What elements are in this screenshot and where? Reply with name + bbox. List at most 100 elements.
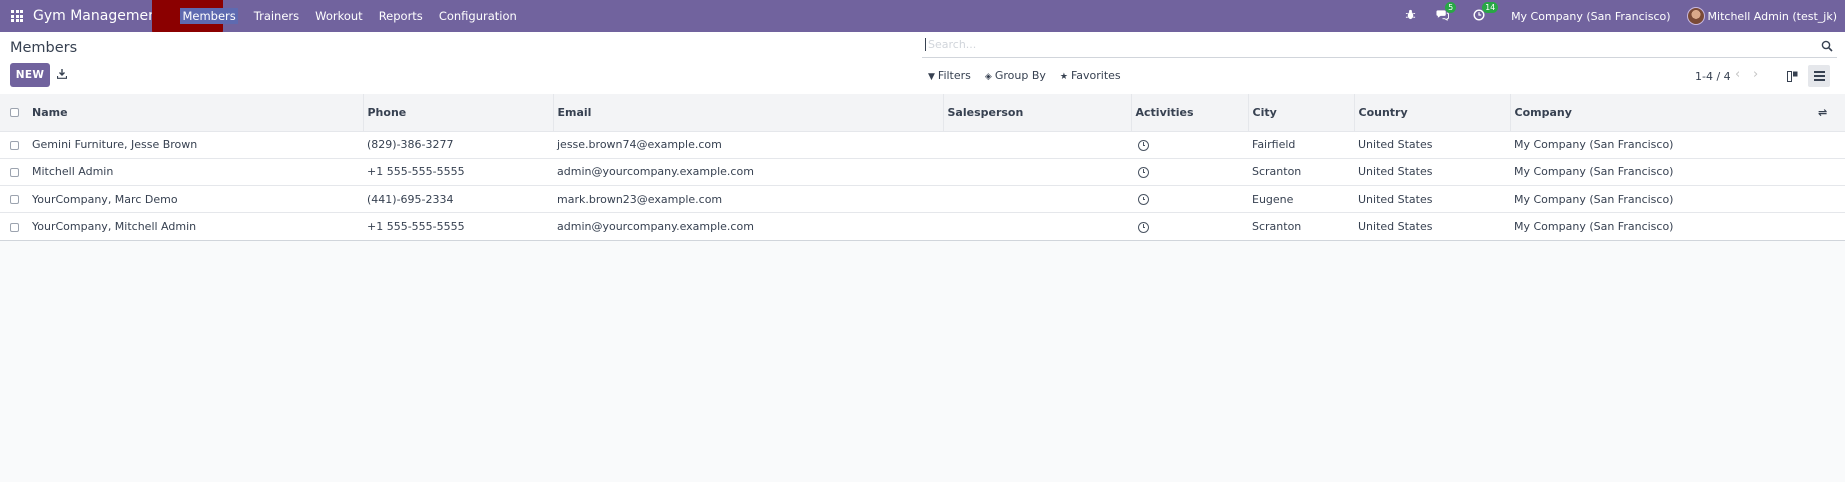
favorites-label: Favorites: [1070, 69, 1121, 82]
cell-country[interactable]: United States: [1354, 213, 1510, 240]
company-switcher[interactable]: My Company (San Francisco): [1511, 10, 1670, 23]
cell-city[interactable]: Scranton: [1248, 158, 1354, 185]
cell-activities[interactable]: [1131, 186, 1248, 213]
table-row[interactable]: YourCompany, Marc Demo (441)-695-2334 ma…: [0, 185, 1845, 213]
menu-reports[interactable]: Reports: [371, 9, 431, 23]
search-bar[interactable]: [922, 36, 1837, 58]
cell-salesperson[interactable]: [943, 186, 1131, 213]
pager-next-icon[interactable]: ›: [1753, 67, 1758, 82]
top-navbar: Gym Management Members Trainers Workout …: [0, 0, 1845, 38]
kanban-icon: [1786, 70, 1797, 82]
cell-name[interactable]: Gemini Furniture, Jesse Brown: [28, 131, 363, 158]
cell-email[interactable]: admin@yourcompany.example.com: [553, 158, 943, 185]
column-header-email[interactable]: Email: [553, 94, 944, 131]
cell-phone[interactable]: +1 555-555-5555: [363, 213, 553, 240]
search-icon[interactable]: [1821, 40, 1833, 52]
star-icon: ★: [1059, 72, 1068, 82]
column-header-salesperson[interactable]: Salesperson: [943, 94, 1132, 131]
cell-name[interactable]: Mitchell Admin: [28, 158, 363, 185]
activities-clock-icon[interactable]: 14: [1473, 1, 1499, 24]
app-title[interactable]: Gym Management: [33, 8, 162, 24]
user-avatar[interactable]: [1686, 7, 1705, 25]
favorites-button[interactable]: ★ Favorites: [1060, 69, 1121, 82]
menu-members[interactable]: Members: [172, 8, 245, 24]
menu-workout[interactable]: Workout: [307, 9, 371, 23]
pager-prev-icon[interactable]: ‹: [1735, 67, 1740, 82]
cell-company[interactable]: My Company (San Francisco): [1510, 213, 1818, 240]
cell-email[interactable]: admin@yourcompany.example.com: [553, 213, 943, 240]
cell-country[interactable]: United States: [1354, 131, 1510, 158]
menu-configuration[interactable]: Configuration: [431, 9, 525, 23]
cell-name[interactable]: YourCompany, Marc Demo: [28, 186, 363, 213]
activity-clock-icon[interactable]: [1138, 166, 1149, 178]
download-icon[interactable]: [57, 69, 67, 79]
pager-value[interactable]: 1-4 / 4: [1695, 70, 1731, 83]
filters-label: Filters: [937, 69, 971, 82]
cell-activities[interactable]: [1131, 158, 1248, 185]
layers-icon: ◈: [984, 72, 992, 82]
cell-email[interactable]: jesse.brown74@example.com: [553, 131, 943, 158]
messages-badge: 5: [1445, 1, 1457, 13]
row-checkbox[interactable]: [10, 195, 19, 205]
select-all-checkbox[interactable]: [10, 108, 19, 118]
kanban-view-button[interactable]: [1781, 66, 1803, 86]
cell-country[interactable]: United States: [1354, 158, 1510, 185]
search-input[interactable]: [925, 38, 1805, 51]
cell-salesperson[interactable]: [943, 158, 1131, 185]
cell-city[interactable]: Fairfield: [1248, 131, 1354, 158]
row-checkbox[interactable]: [10, 167, 19, 177]
bug-icon[interactable]: [1405, 9, 1416, 23]
table-row[interactable]: Mitchell Admin +1 555-555-5555 admin@you…: [0, 158, 1845, 186]
page-title: Members: [10, 40, 78, 56]
menu-trainers[interactable]: Trainers: [246, 9, 307, 23]
cell-activities[interactable]: [1131, 213, 1248, 240]
activity-clock-icon[interactable]: [1138, 194, 1149, 206]
list-icon: [1813, 71, 1825, 81]
cell-empty: [1818, 131, 1845, 158]
cell-salesperson[interactable]: [943, 131, 1131, 158]
cell-company[interactable]: My Company (San Francisco): [1510, 158, 1818, 185]
cell-empty: [1818, 158, 1845, 185]
new-button[interactable]: NEW: [10, 63, 50, 87]
funnel-icon: ▼: [928, 72, 935, 82]
cell-empty: [1818, 213, 1845, 240]
cell-phone[interactable]: +1 555-555-5555: [363, 158, 553, 185]
activity-clock-icon[interactable]: [1138, 221, 1149, 233]
column-header-city[interactable]: City: [1248, 94, 1355, 131]
apps-grid-icon[interactable]: [11, 10, 23, 22]
row-checkbox[interactable]: [10, 140, 19, 150]
table-row[interactable]: YourCompany, Mitchell Admin +1 555-555-5…: [0, 212, 1845, 241]
cell-company[interactable]: My Company (San Francisco): [1510, 131, 1818, 158]
column-header-activities[interactable]: Activities: [1131, 94, 1249, 131]
row-checkbox[interactable]: [10, 222, 19, 232]
cell-country[interactable]: United States: [1354, 186, 1510, 213]
filters-button[interactable]: ▼ Filters: [928, 69, 971, 82]
cell-company[interactable]: My Company (San Francisco): [1510, 186, 1818, 213]
members-list: Name Phone Email Salesperson Activities …: [0, 94, 1845, 241]
group-by-button[interactable]: ◈ Group By: [985, 69, 1046, 82]
messages-icon[interactable]: 5: [1436, 1, 1457, 24]
activities-badge: 14: [1482, 1, 1499, 13]
cell-email[interactable]: mark.brown23@example.com: [553, 186, 943, 213]
user-menu[interactable]: Mitchell Admin (test_jk): [1708, 10, 1837, 23]
group-by-label: Group By: [994, 69, 1046, 82]
cell-empty: [1818, 186, 1845, 213]
cell-city[interactable]: Eugene: [1248, 186, 1354, 213]
menu-members-label: Members: [180, 8, 238, 24]
cell-activities[interactable]: [1131, 131, 1248, 158]
column-header-name[interactable]: Name: [28, 94, 364, 131]
optional-columns-icon[interactable]: ⇌: [1818, 106, 1827, 119]
control-panel: Members NEW ▼Filters ◈Group By ★Favorite…: [0, 32, 1845, 94]
cell-phone[interactable]: (441)-695-2334: [363, 186, 553, 213]
column-header-phone[interactable]: Phone: [363, 94, 554, 131]
cell-city[interactable]: Scranton: [1248, 213, 1354, 240]
column-header-country[interactable]: Country: [1354, 94, 1511, 131]
table-row[interactable]: Gemini Furniture, Jesse Brown (829)-386-…: [0, 131, 1845, 159]
activity-clock-icon[interactable]: [1138, 139, 1149, 151]
list-view-button[interactable]: [1808, 65, 1830, 87]
cell-salesperson[interactable]: [943, 213, 1131, 240]
column-header-company[interactable]: Company: [1510, 94, 1818, 131]
cell-phone[interactable]: (829)-386-3277: [363, 131, 553, 158]
cell-name[interactable]: YourCompany, Mitchell Admin: [28, 213, 363, 240]
table-header: Name Phone Email Salesperson Activities …: [0, 94, 1845, 131]
